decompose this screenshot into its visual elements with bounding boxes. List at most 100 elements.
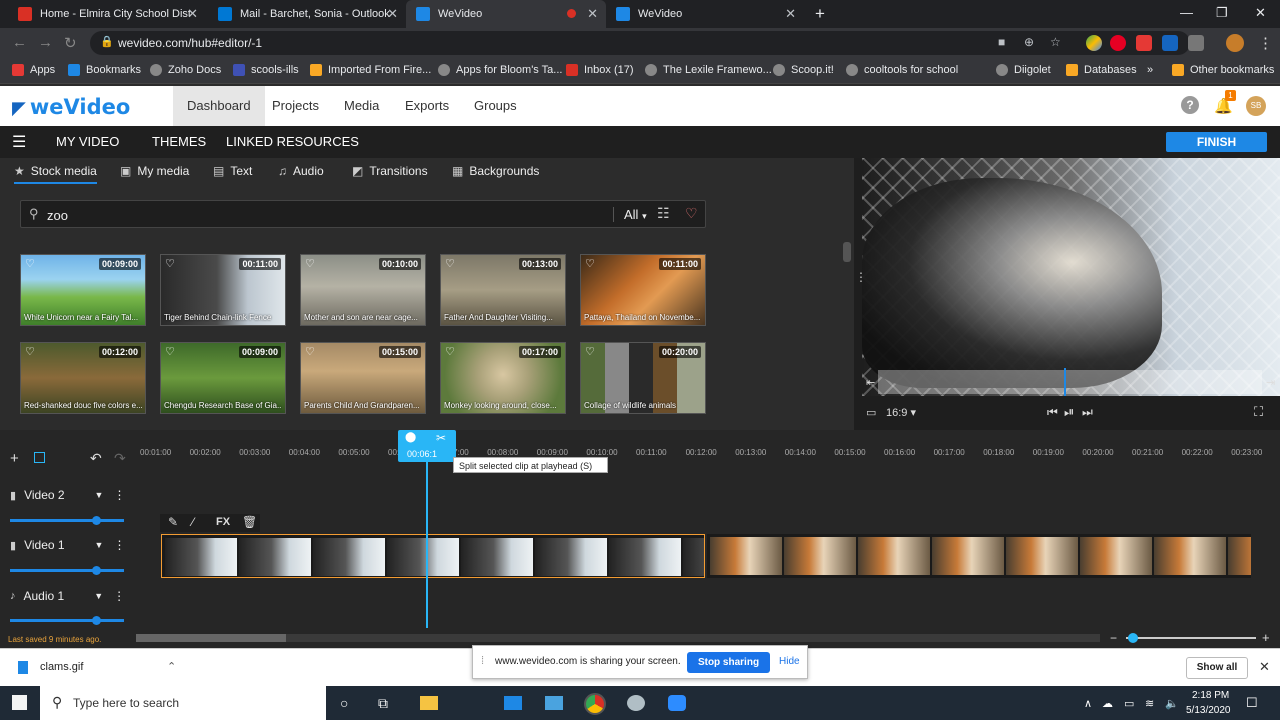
heart-icon[interactable]: ♡ xyxy=(25,345,35,358)
app-icon[interactable] xyxy=(627,695,645,711)
volume-knob[interactable] xyxy=(92,566,101,575)
pencil-icon[interactable]: ✎ xyxy=(168,515,178,529)
tab-text[interactable]: ▤ Text xyxy=(213,164,252,178)
media-thumbnail-pattaya-tiger[interactable]: ♡ 00:11:00 Pattaya, Thailand on Novembe.… xyxy=(580,254,706,326)
bookmark-other[interactable]: Other bookmarks xyxy=(1172,64,1274,76)
heart-icon[interactable]: ♡ xyxy=(585,345,595,358)
track-audio-1[interactable]: ♪ Audio 1 ▼ ⋮ xyxy=(10,589,125,603)
heart-icon[interactable]: ♡ xyxy=(25,257,35,270)
new-tab-plus-icon[interactable]: + xyxy=(815,4,825,24)
finish-button[interactable]: FINISH xyxy=(1166,132,1267,152)
minimize-icon[interactable]: — xyxy=(1180,5,1193,20)
close-icon[interactable]: ✕ xyxy=(1259,659,1270,675)
kebab-menu-icon[interactable]: ⋮ xyxy=(113,538,125,552)
reload-icon[interactable]: ↻ xyxy=(64,34,77,52)
add-track-icon[interactable]: + xyxy=(10,450,19,467)
maximize-icon[interactable]: ❐ xyxy=(1216,5,1228,21)
zoom-knob[interactable] xyxy=(1128,633,1138,643)
heart-icon[interactable]: ♡ xyxy=(305,257,315,270)
hamburger-menu-icon[interactable]: ☰ xyxy=(12,132,26,152)
media-thumbnail-chengdu[interactable]: ♡ 00:09:00 Chengdu Research Base of Gia.… xyxy=(160,342,286,414)
nav-exports[interactable]: Exports xyxy=(391,86,463,126)
bookmark-diigolet[interactable]: Diigolet xyxy=(996,64,1051,76)
filter-dropdown[interactable]: All ▾ xyxy=(613,207,647,222)
media-thumbnail-unicorn[interactable]: ♡ 00:09:00 White Unicorn near a Fairy Ta… xyxy=(20,254,146,326)
kebab-menu-icon[interactable]: ⋮ xyxy=(1258,34,1273,52)
zoom-out-icon[interactable]: − xyxy=(1110,631,1117,645)
browser-tab-mail[interactable]: Mail - Barchet, Sonia - Outlook ✕ xyxy=(208,0,406,28)
menu-linked-resources[interactable]: LINKED RESOURCES xyxy=(226,134,359,149)
media-thumbnail-father-daughter[interactable]: ♡ 00:13:00 Father And Daughter Visiting.… xyxy=(440,254,566,326)
forward-arrow-icon[interactable]: → xyxy=(38,34,53,51)
trash-icon[interactable]: 🗑 xyxy=(242,515,257,529)
kebab-menu-icon[interactable]: ⋮ xyxy=(113,589,125,603)
task-view-icon[interactable]: ⧉ xyxy=(378,695,388,712)
s-extension-icon[interactable] xyxy=(1162,35,1178,51)
fullscreen-icon[interactable]: ⛶ xyxy=(1254,404,1263,420)
back-arrow-icon[interactable]: ← xyxy=(12,34,27,51)
stop-sharing-button[interactable]: Stop sharing xyxy=(687,652,770,673)
heart-icon[interactable]: ♡ xyxy=(585,257,595,270)
heart-icon[interactable]: ♡ xyxy=(445,257,455,270)
browser-tab-elmira[interactable]: Home - Elmira City School Distric ✕ xyxy=(8,0,206,28)
trim-end-icon[interactable]: ⇥ xyxy=(1266,376,1275,389)
download-filename[interactable]: clams.gif xyxy=(40,661,83,673)
clock-date[interactable]: 5/13/2020 xyxy=(1186,705,1231,716)
star-icon[interactable]: ☆ xyxy=(1050,35,1061,49)
bookmark-bookmarks[interactable]: Bookmarks xyxy=(68,64,141,76)
add-overlay-icon[interactable] xyxy=(34,452,45,463)
menu-themes[interactable]: THEMES xyxy=(152,134,206,149)
add-icon[interactable]: ⊕ xyxy=(1024,35,1034,49)
profile-avatar-icon[interactable] xyxy=(1226,34,1244,52)
tab-backgrounds[interactable]: ▦ Backgrounds xyxy=(452,164,539,178)
media-thumbnail-tiger-fence[interactable]: ♡ 00:11:00 Tiger Behind Chain-link Fence xyxy=(160,254,286,326)
previous-frame-icon[interactable]: ⏮ xyxy=(1047,405,1058,420)
playhead-line[interactable] xyxy=(426,460,428,628)
volume-knob[interactable] xyxy=(92,616,101,625)
tab-stock-media[interactable]: ★ Stock media xyxy=(14,164,97,184)
timeline-scrollbar[interactable] xyxy=(136,634,1100,642)
heart-icon[interactable]: ♡ xyxy=(445,345,455,358)
fx-button[interactable]: FX xyxy=(216,516,230,528)
pinterest-extension-icon[interactable] xyxy=(1110,35,1126,51)
menu-my-video[interactable]: MY VIDEO xyxy=(56,134,119,149)
nav-groups[interactable]: Groups xyxy=(460,86,531,126)
drive-extension-icon[interactable] xyxy=(1086,35,1102,51)
wifi-icon[interactable]: ≋ xyxy=(1145,697,1154,710)
notifications-icon[interactable]: ☐ xyxy=(1246,695,1258,711)
chevron-down-icon[interactable]: ▼ xyxy=(95,490,104,500)
cortana-icon[interactable]: ○ xyxy=(340,695,348,711)
bookmark-inbox[interactable]: Inbox (17) xyxy=(566,64,634,76)
volume-slider-audio-1[interactable] xyxy=(10,616,124,625)
next-frame-icon[interactable]: ⏭ xyxy=(1082,405,1093,420)
track-video-1[interactable]: ▮ Video 1 ▼ ⋮ xyxy=(10,538,125,552)
bookmark-cooltools[interactable]: cooltools for school xyxy=(846,64,958,76)
taskbar-search[interactable]: ⚲ Type here to search xyxy=(40,686,326,720)
aspect-ratio-icon[interactable]: ▭ xyxy=(866,406,876,419)
trim-start-icon[interactable]: ⇤ xyxy=(866,376,875,389)
aspect-ratio-selector[interactable]: 16:9 ▾ xyxy=(886,406,916,419)
avatar[interactable]: SB xyxy=(1246,96,1266,116)
browser-tab-wevideo-active[interactable]: WeVideo ✕ xyxy=(406,0,606,28)
bookmark-scoopit[interactable]: Scoop.it! xyxy=(773,64,834,76)
browser-tab-wevideo[interactable]: WeVideo ✕ xyxy=(606,0,804,28)
bookmark-databases[interactable]: Databases xyxy=(1066,64,1137,76)
tab-audio[interactable]: ♫ Audio xyxy=(278,164,324,178)
scroll-thumb[interactable] xyxy=(136,634,286,642)
volume-slider-video-1[interactable] xyxy=(10,566,124,575)
chevron-up-icon[interactable]: ⌃ xyxy=(167,660,176,673)
media-scrollbar[interactable] xyxy=(843,242,851,262)
zoom-in-icon[interactable]: + xyxy=(1262,630,1270,645)
bookmark-imported[interactable]: Imported From Fire... xyxy=(310,64,431,76)
clip-tiger-fence[interactable] xyxy=(161,534,705,578)
zoom-slider[interactable] xyxy=(1126,633,1256,643)
filter-sliders-icon[interactable]: ☷ xyxy=(657,205,670,222)
nav-media[interactable]: Media xyxy=(330,86,393,126)
heart-icon[interactable]: ♡ xyxy=(305,345,315,358)
camera-icon[interactable]: ■ xyxy=(998,35,1005,49)
hide-button[interactable]: Hide xyxy=(779,656,800,667)
windows-start-icon[interactable] xyxy=(12,695,27,710)
heart-icon[interactable]: ♡ xyxy=(165,345,175,358)
playhead-handle[interactable]: ⬤ ✂ 00:06:1 xyxy=(398,430,456,462)
close-icon[interactable]: ✕ xyxy=(387,6,398,22)
